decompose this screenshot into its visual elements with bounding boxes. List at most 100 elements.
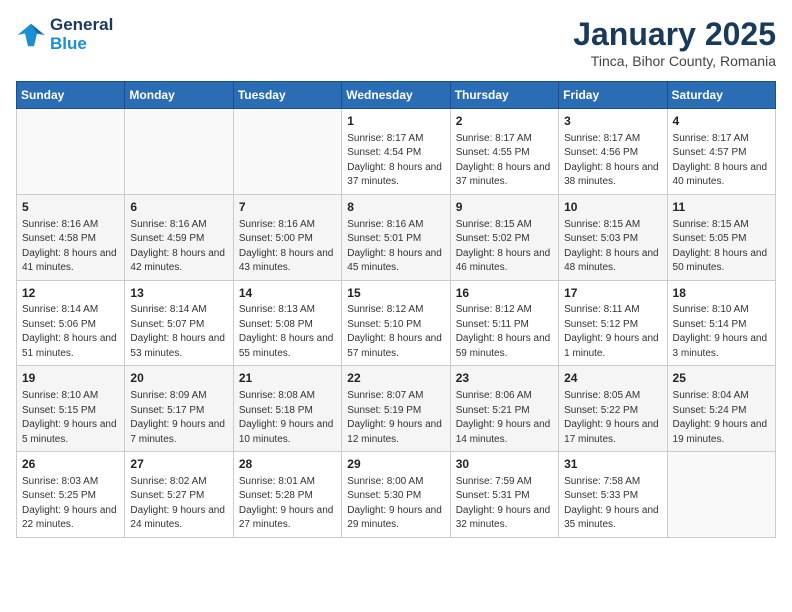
day-info: Sunrise: 8:05 AM Sunset: 5:22 PM Dayligh… [564,389,661,447]
day-number: 15 [347,285,444,302]
calendar-cell: 9 Sunrise: 8:15 AM Sunset: 5:02 PM Daylig… [450,194,558,280]
calendar-cell [125,109,233,195]
calendar-cell: 6 Sunrise: 8:16 AM Sunset: 4:59 PM Daylig… [125,194,233,280]
day-info: Sunrise: 8:15 AM Sunset: 5:05 PM Dayligh… [673,218,770,276]
month-title: January 2025 [573,16,776,53]
header-day-thursday: Thursday [450,82,558,109]
week-row-2: 12Sunrise: 8:14 AM Sunset: 5:06 PM Dayli… [17,280,776,366]
title-block: January 2025 Tinca, Bihor County, Romani… [573,16,776,69]
day-number: 22 [347,370,444,387]
day-info: Sunrise: 8:00 AM Sunset: 5:30 PM Dayligh… [347,475,444,533]
logo: General Blue [16,16,113,53]
calendar-cell: 13Sunrise: 8:14 AM Sunset: 5:07 PM Dayli… [125,280,233,366]
day-number: 4 [673,113,770,130]
header-row: SundayMondayTuesdayWednesdayThursdayFrid… [17,82,776,109]
header-day-wednesday: Wednesday [342,82,450,109]
day-number: 3 [564,113,661,130]
calendar-cell: 7 Sunrise: 8:16 AM Sunset: 5:00 PM Daylig… [233,194,341,280]
day-number: 7 [239,199,336,216]
day-number: 25 [673,370,770,387]
day-number: 9 [456,199,553,216]
calendar-cell: 31 Sunrise: 7:58 AM Sunset: 5:33 PM Dayli… [559,452,667,538]
header-day-saturday: Saturday [667,82,775,109]
day-info: Sunrise: 8:15 AM Sunset: 5:03 PM Dayligh… [564,218,661,276]
day-info: Sunrise: 8:07 AM Sunset: 5:19 PM Dayligh… [347,389,444,447]
day-info: Sunrise: 8:16 AM Sunset: 4:59 PM Dayligh… [130,218,227,276]
week-row-4: 26 Sunrise: 8:03 AM Sunset: 5:25 PM Dayli… [17,452,776,538]
calendar-cell: 10 Sunrise: 8:15 AM Sunset: 5:03 PM Dayli… [559,194,667,280]
week-row-1: 5Sunrise: 8:16 AM Sunset: 4:58 PM Daylig… [17,194,776,280]
day-number: 20 [130,370,227,387]
day-info: Sunrise: 8:04 AM Sunset: 5:24 PM Dayligh… [673,389,770,447]
day-number: 16 [456,285,553,302]
day-info: Sunrise: 8:02 AM Sunset: 5:27 PM Dayligh… [130,475,227,533]
day-info: Sunrise: 8:14 AM Sunset: 5:06 PM Dayligh… [22,303,119,361]
header-day-monday: Monday [125,82,233,109]
day-info: Sunrise: 8:12 AM Sunset: 5:11 PM Dayligh… [456,303,553,361]
week-row-0: 1Sunrise: 8:17 AM Sunset: 4:54 PM Daylig… [17,109,776,195]
day-number: 21 [239,370,336,387]
calendar-cell [17,109,125,195]
day-info: Sunrise: 8:01 AM Sunset: 5:28 PM Dayligh… [239,475,336,533]
calendar-cell: 14Sunrise: 8:13 AM Sunset: 5:08 PM Dayli… [233,280,341,366]
week-row-3: 19Sunrise: 8:10 AM Sunset: 5:15 PM Dayli… [17,366,776,452]
header-day-tuesday: Tuesday [233,82,341,109]
calendar-table: SundayMondayTuesdayWednesdayThursdayFrid… [16,81,776,538]
calendar-cell: 11 Sunrise: 8:15 AM Sunset: 5:05 PM Dayli… [667,194,775,280]
day-info: Sunrise: 8:17 AM Sunset: 4:57 PM Dayligh… [673,132,770,190]
day-info: Sunrise: 7:58 AM Sunset: 5:33 PM Dayligh… [564,475,661,533]
calendar-body: 1Sunrise: 8:17 AM Sunset: 4:54 PM Daylig… [17,109,776,538]
calendar-cell: 5Sunrise: 8:16 AM Sunset: 4:58 PM Daylig… [17,194,125,280]
logo-icon [16,20,46,50]
calendar-cell: 30 Sunrise: 7:59 AM Sunset: 5:31 PM Dayli… [450,452,558,538]
calendar-cell: 18Sunrise: 8:10 AM Sunset: 5:14 PM Dayli… [667,280,775,366]
calendar-header: SundayMondayTuesdayWednesdayThursdayFrid… [17,82,776,109]
day-info: Sunrise: 8:10 AM Sunset: 5:15 PM Dayligh… [22,389,119,447]
day-info: Sunrise: 8:13 AM Sunset: 5:08 PM Dayligh… [239,303,336,361]
calendar-cell: 12Sunrise: 8:14 AM Sunset: 5:06 PM Dayli… [17,280,125,366]
day-number: 18 [673,285,770,302]
calendar-cell: 15Sunrise: 8:12 AM Sunset: 5:10 PM Dayli… [342,280,450,366]
day-number: 31 [564,456,661,473]
calendar-cell: 19Sunrise: 8:10 AM Sunset: 5:15 PM Dayli… [17,366,125,452]
calendar-cell: 27 Sunrise: 8:02 AM Sunset: 5:27 PM Dayli… [125,452,233,538]
day-info: Sunrise: 8:17 AM Sunset: 4:56 PM Dayligh… [564,132,661,190]
day-number: 29 [347,456,444,473]
day-number: 10 [564,199,661,216]
day-number: 11 [673,199,770,216]
calendar-cell: 20 Sunrise: 8:09 AM Sunset: 5:17 PM Dayli… [125,366,233,452]
location-subtitle: Tinca, Bihor County, Romania [573,53,776,69]
day-number: 24 [564,370,661,387]
calendar-cell: 3 Sunrise: 8:17 AM Sunset: 4:56 PM Daylig… [559,109,667,195]
day-info: Sunrise: 8:09 AM Sunset: 5:17 PM Dayligh… [130,389,227,447]
day-info: Sunrise: 7:59 AM Sunset: 5:31 PM Dayligh… [456,475,553,533]
calendar-cell: 2Sunrise: 8:17 AM Sunset: 4:55 PM Daylig… [450,109,558,195]
calendar-cell: 21Sunrise: 8:08 AM Sunset: 5:18 PM Dayli… [233,366,341,452]
calendar-cell: 23Sunrise: 8:06 AM Sunset: 5:21 PM Dayli… [450,366,558,452]
calendar-cell: 8 Sunrise: 8:16 AM Sunset: 5:01 PM Daylig… [342,194,450,280]
day-number: 2 [456,113,553,130]
calendar-cell: 4 Sunrise: 8:17 AM Sunset: 4:57 PM Daylig… [667,109,775,195]
calendar-cell: 24 Sunrise: 8:05 AM Sunset: 5:22 PM Dayli… [559,366,667,452]
calendar-cell: 29 Sunrise: 8:00 AM Sunset: 5:30 PM Dayli… [342,452,450,538]
calendar-cell: 1Sunrise: 8:17 AM Sunset: 4:54 PM Daylig… [342,109,450,195]
day-number: 30 [456,456,553,473]
day-info: Sunrise: 8:06 AM Sunset: 5:21 PM Dayligh… [456,389,553,447]
day-info: Sunrise: 8:15 AM Sunset: 5:02 PM Dayligh… [456,218,553,276]
page-header: General Blue January 2025 Tinca, Bihor C… [16,16,776,69]
day-info: Sunrise: 8:03 AM Sunset: 5:25 PM Dayligh… [22,475,119,533]
day-number: 1 [347,113,444,130]
day-info: Sunrise: 8:11 AM Sunset: 5:12 PM Dayligh… [564,303,661,361]
calendar-cell [233,109,341,195]
day-number: 27 [130,456,227,473]
logo-text: General Blue [50,16,113,53]
day-info: Sunrise: 8:16 AM Sunset: 5:00 PM Dayligh… [239,218,336,276]
day-number: 28 [239,456,336,473]
day-number: 26 [22,456,119,473]
header-day-sunday: Sunday [17,82,125,109]
day-info: Sunrise: 8:16 AM Sunset: 4:58 PM Dayligh… [22,218,119,276]
day-info: Sunrise: 8:16 AM Sunset: 5:01 PM Dayligh… [347,218,444,276]
day-number: 8 [347,199,444,216]
day-number: 6 [130,199,227,216]
calendar-cell: 28 Sunrise: 8:01 AM Sunset: 5:28 PM Dayli… [233,452,341,538]
